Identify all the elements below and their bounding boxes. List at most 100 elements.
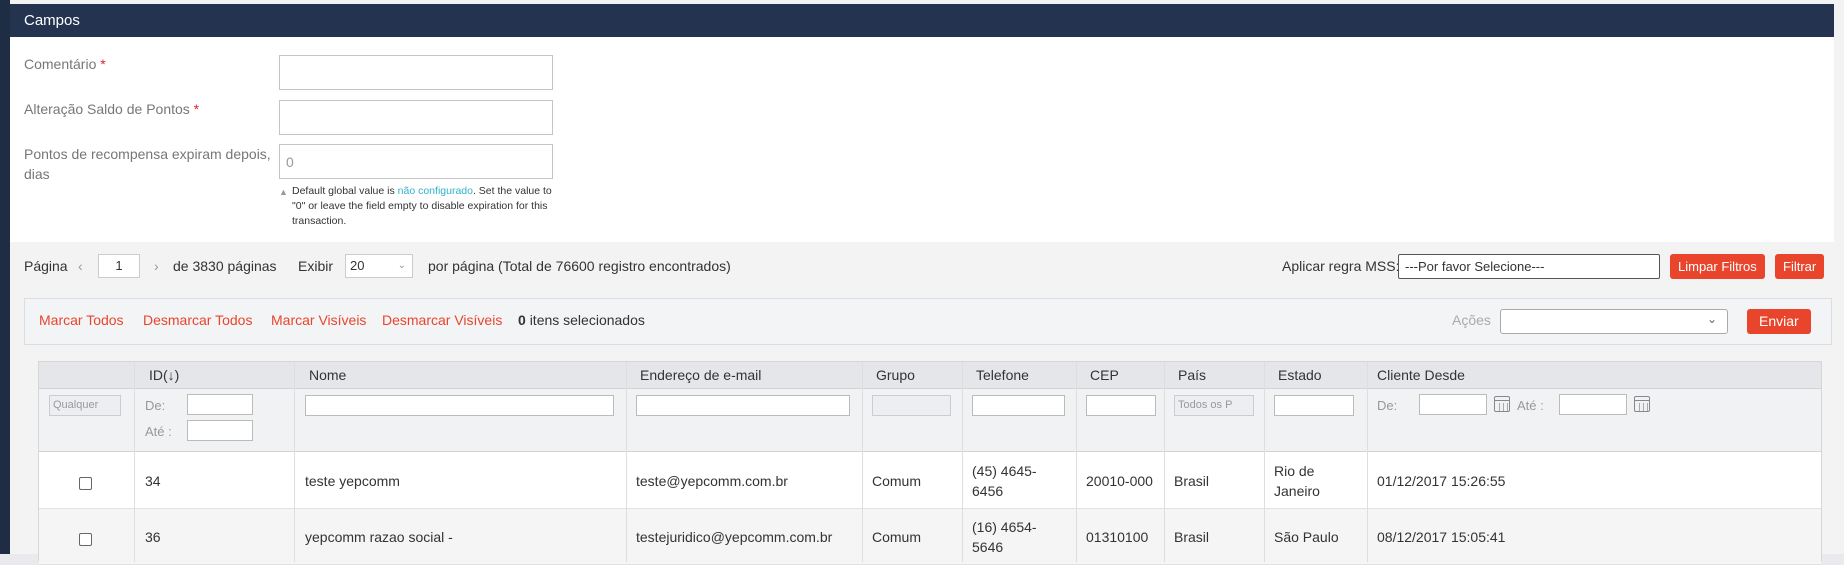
id-to-label: Até : [145, 424, 172, 439]
date-from-label: De: [1377, 398, 1398, 413]
cell-state: São Paulo [1274, 529, 1339, 545]
hint-text-pre: Default global value is [292, 185, 398, 197]
col-id-header[interactable]: ID(↓) [149, 367, 179, 383]
required-mark: * [100, 56, 106, 72]
col-group-header[interactable]: Grupo [876, 367, 915, 383]
cell-zip: 20010-000 [1086, 473, 1153, 489]
state-filter-input[interactable] [1274, 395, 1354, 416]
per-page-select[interactable]: 20 ⌄ [345, 254, 413, 278]
cell-id: 36 [145, 529, 161, 545]
chevron-down-icon: ⌄ [1706, 312, 1717, 326]
col-country-header[interactable]: País [1178, 367, 1206, 383]
cell-id: 34 [145, 473, 161, 489]
select-all-link[interactable]: Marcar Todos [39, 312, 124, 328]
cell-name: yepcomm razao social - [305, 529, 453, 545]
date-to-label: Até : [1517, 398, 1544, 413]
grid-pager: Página ‹ 1 › de 3830 páginas Exibir 20 ⌄ … [10, 248, 1834, 288]
expire-label-line1: Pontos de recompensa expiram depois, [24, 146, 271, 162]
unselect-all-link[interactable]: Desmarcar Todos [143, 312, 252, 328]
selected-label: itens selecionados [529, 312, 645, 328]
cell-zip: 01310100 [1086, 529, 1149, 545]
cell-phone: (45) 4645- 6456 [972, 461, 1037, 501]
date-to-input[interactable] [1559, 394, 1627, 415]
unselect-visible-link[interactable]: Desmarcar Visíveis [382, 312, 502, 328]
show-label: Exibir [298, 258, 334, 274]
zip-filter-input[interactable] [1086, 395, 1156, 416]
cell-phone-line2: 5646 [972, 539, 1004, 555]
select-visible-link[interactable]: Marcar Visíveis [271, 312, 366, 328]
cell-group: Comum [872, 473, 922, 489]
mss-rule-select[interactable]: ---Por favor Selecione--- [1398, 254, 1660, 279]
col-zip-header[interactable]: CEP [1090, 367, 1119, 383]
col-state-header[interactable]: Estado [1278, 367, 1322, 383]
next-page-icon[interactable]: › [154, 258, 159, 274]
row-checkbox[interactable] [79, 533, 92, 546]
cell-state-line1: Rio de [1274, 463, 1315, 479]
fields-panel: Campos Comentário * Alteração Saldo de P… [10, 4, 1834, 242]
row-checkbox[interactable] [79, 477, 92, 490]
col-name-header[interactable]: Nome [309, 367, 346, 383]
cell-name: teste yepcomm [305, 473, 400, 489]
id-to-input[interactable] [187, 420, 253, 441]
group-filter-select[interactable] [872, 395, 951, 416]
col-since-header[interactable]: Cliente Desde [1377, 367, 1465, 383]
table-row[interactable]: 34 teste yepcomm teste@yepcomm.com.br Co… [39, 453, 1821, 509]
selected-count-text: 0 itens selecionados [518, 312, 645, 328]
cell-country: Brasil [1174, 529, 1210, 545]
prev-page-icon[interactable]: ‹ [78, 258, 83, 274]
cell-phone-line1: (16) 4654- [972, 519, 1037, 535]
comment-input[interactable] [279, 55, 553, 90]
submit-action-button[interactable]: Enviar [1747, 309, 1811, 334]
cell-email: testejuridico@yepcomm.com.br [636, 529, 833, 545]
cell-country: Brasil [1174, 473, 1210, 489]
sort-desc-icon: (↓) [163, 367, 180, 383]
checkbox-filter-select[interactable]: Qualquer [49, 395, 121, 416]
calendar-icon[interactable] [1634, 396, 1650, 412]
calendar-icon[interactable] [1494, 396, 1510, 412]
total-pages: 3830 [192, 258, 224, 274]
records-text: por página (Total de 76600 registro enco… [428, 258, 731, 274]
cell-since: 01/12/2017 15:26:55 [1377, 473, 1506, 489]
expire-label-line2: dias [24, 166, 50, 182]
cell-phone: (16) 4654- 5646 [972, 517, 1037, 557]
country-filter-select[interactable]: Todos os P [1174, 395, 1254, 416]
table-row[interactable]: 36 yepcomm razao social - testejuridico@… [39, 509, 1821, 565]
date-from-input[interactable] [1419, 394, 1487, 415]
points-balance-input[interactable] [279, 100, 553, 135]
records-label: registro encontrados) [598, 258, 731, 274]
column-divider [294, 362, 295, 562]
page-label: Página [24, 258, 68, 274]
filter-button[interactable]: Filtrar [1775, 254, 1825, 279]
fields-panel-title: Campos [10, 4, 1834, 37]
email-filter-input[interactable] [636, 395, 850, 416]
cell-phone-line1: (45) 4645- [972, 463, 1037, 479]
pages-label: páginas [227, 258, 277, 274]
actions-select[interactable]: ⌄ [1500, 309, 1728, 334]
id-from-input[interactable] [187, 394, 253, 415]
column-divider [626, 362, 627, 562]
page-number-input[interactable]: 1 [98, 254, 140, 278]
cell-since: 08/12/2017 15:05:41 [1377, 529, 1506, 545]
phone-filter-input[interactable] [972, 395, 1065, 416]
expire-days-input[interactable]: 0 [279, 144, 553, 179]
customer-grid: ID(↓) Nome Endereço de e-mail Grupo Tele… [38, 361, 1822, 565]
id-from-label: De: [145, 398, 166, 413]
clear-filters-button[interactable]: Limpar Filtros [1670, 254, 1765, 279]
chevron-down-icon: ⌄ [397, 260, 406, 271]
name-filter-input[interactable] [305, 395, 614, 416]
column-divider [962, 362, 963, 562]
points-label-text: Alteração Saldo de Pontos [24, 101, 190, 117]
col-id-label: ID [149, 367, 163, 383]
col-phone-header[interactable]: Telefone [976, 367, 1029, 383]
col-email-header[interactable]: Endereço de e-mail [640, 367, 761, 383]
hint-arrow-icon: ▲ [279, 187, 288, 197]
cell-email: teste@yepcomm.com.br [636, 473, 788, 489]
column-divider [1076, 362, 1077, 562]
grid-filter-row: Qualquer De: Até : Todos os P De: Até : [39, 389, 1821, 452]
cell-group: Comum [872, 529, 922, 545]
points-label: Alteração Saldo de Pontos * [24, 99, 199, 119]
per-page-value: 20 [350, 258, 365, 273]
hint-config-link[interactable]: não configurado [398, 185, 473, 197]
sidebar-strip [0, 0, 10, 554]
actions-label: Ações [1452, 312, 1491, 328]
